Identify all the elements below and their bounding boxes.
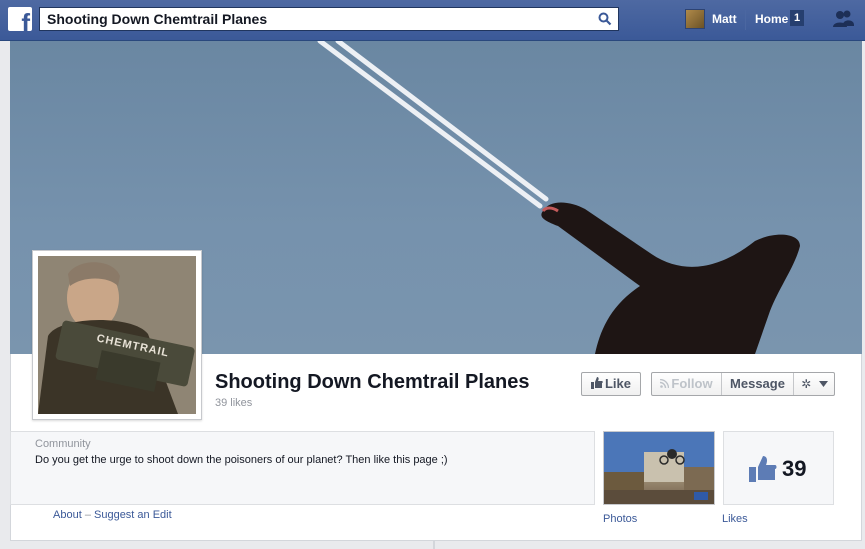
chevron-down-icon bbox=[818, 381, 828, 387]
page-actions-group: Follow Message ✲ bbox=[651, 372, 835, 396]
page-description: Do you get the urge to shoot down the po… bbox=[35, 454, 448, 466]
settings-dropdown-button[interactable]: ✲ bbox=[794, 373, 835, 395]
follow-button[interactable]: Follow bbox=[652, 373, 722, 395]
message-button-label: Message bbox=[730, 376, 785, 391]
page-title: Shooting Down Chemtrail Planes bbox=[215, 371, 530, 393]
link-separator: – bbox=[84, 509, 91, 521]
facebook-logo-icon[interactable]: f bbox=[8, 7, 32, 31]
timeline-divider bbox=[433, 541, 435, 549]
search-icon[interactable] bbox=[598, 12, 612, 26]
thumbs-up-icon bbox=[749, 456, 777, 482]
likes-link[interactable]: Likes bbox=[722, 513, 748, 525]
page-likes-count: 39 likes bbox=[215, 397, 253, 409]
nav-divider bbox=[745, 10, 746, 30]
page-category: Community bbox=[35, 438, 91, 450]
search-input[interactable]: Shooting Down Chemtrail Planes bbox=[39, 7, 619, 31]
logo-letter: f bbox=[21, 8, 30, 31]
rss-icon bbox=[660, 378, 670, 389]
like-button-label: Like bbox=[604, 376, 631, 391]
message-button[interactable]: Message bbox=[722, 373, 794, 395]
user-profile-link[interactable]: Matt bbox=[712, 12, 737, 26]
home-link[interactable]: Home bbox=[755, 12, 788, 26]
follow-button-label: Follow bbox=[671, 376, 713, 391]
top-navigation-bar: f Shooting Down Chemtrail Planes Matt Ho… bbox=[0, 0, 865, 41]
about-section: Community Do you get the urge to shoot d… bbox=[10, 431, 595, 505]
photos-thumbnail[interactable] bbox=[603, 431, 715, 505]
likes-count: 39 bbox=[782, 456, 807, 481]
home-notification-badge: 1 bbox=[790, 10, 804, 26]
thumbs-up-icon bbox=[590, 377, 603, 389]
photos-thumbnail-image bbox=[604, 432, 714, 504]
friend-requests-icon[interactable] bbox=[832, 9, 854, 29]
search-input-value: Shooting Down Chemtrail Planes bbox=[47, 11, 268, 27]
user-avatar[interactable] bbox=[685, 9, 705, 29]
about-links: About – Suggest an Edit bbox=[53, 509, 172, 521]
suggest-edit-link[interactable]: Suggest an Edit bbox=[94, 509, 172, 521]
like-button[interactable]: Like bbox=[581, 372, 641, 396]
about-link[interactable]: About bbox=[53, 509, 82, 521]
photos-link[interactable]: Photos bbox=[603, 513, 637, 525]
gear-icon: ✲ bbox=[801, 377, 812, 391]
profile-picture-image: CHEMTRAIL bbox=[38, 256, 196, 414]
profile-picture[interactable]: CHEMTRAIL bbox=[32, 250, 202, 420]
likes-widget[interactable]: 39 bbox=[723, 431, 834, 505]
